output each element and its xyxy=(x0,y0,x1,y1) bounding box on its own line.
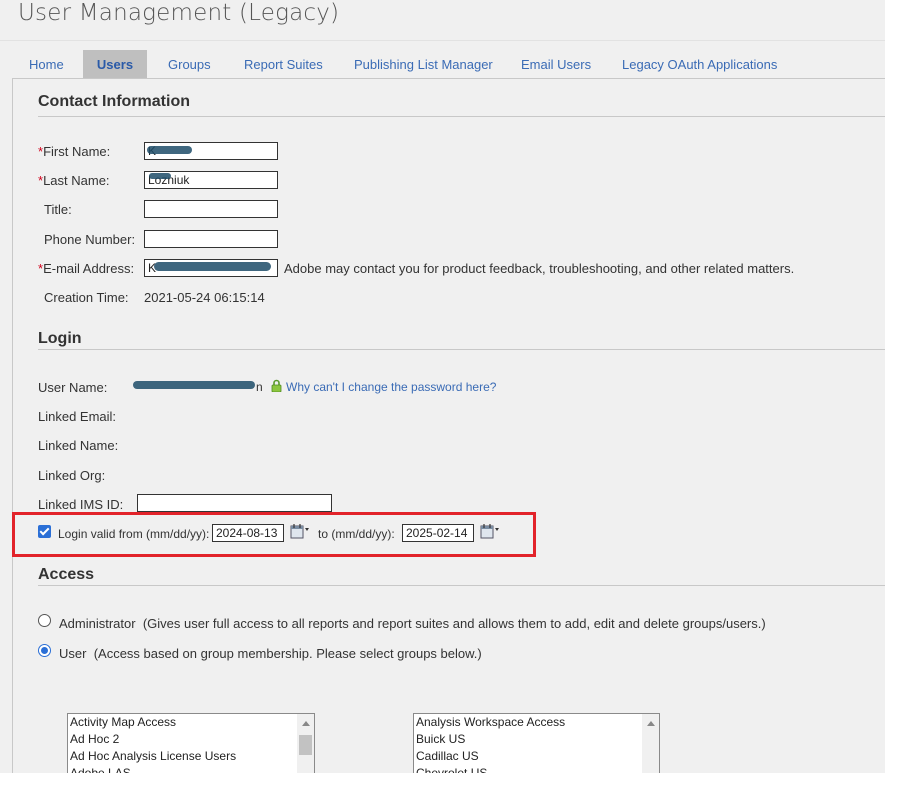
list-item[interactable]: Analysis Workspace Access xyxy=(414,714,659,731)
last-name-label: *Last Name: xyxy=(38,173,110,188)
first-name-label: *First Name: xyxy=(38,144,111,159)
linked-email-label: Linked Email: xyxy=(38,409,117,424)
administrator-radio[interactable] xyxy=(38,614,51,627)
redaction-mark xyxy=(149,173,171,179)
calendar-icon[interactable] xyxy=(290,523,310,539)
contact-divider xyxy=(38,116,885,117)
list-item[interactable]: Buick US xyxy=(414,731,659,748)
login-valid-checkbox[interactable] xyxy=(38,525,51,538)
title-field[interactable] xyxy=(144,200,278,218)
valid-from-date-field[interactable] xyxy=(212,524,284,542)
redaction-mark xyxy=(154,262,271,271)
valid-to-label: to (mm/dd/yy): xyxy=(318,527,395,541)
scrollbar-thumb[interactable] xyxy=(299,735,312,755)
scrollbar[interactable] xyxy=(297,714,314,773)
valid-from-label: Login valid from (mm/dd/yy): xyxy=(58,527,210,541)
app-window: User Management (Legacy) Home Users Grou… xyxy=(0,0,885,773)
linked-org-label: Linked Org: xyxy=(38,468,106,483)
linked-ims-id-label: Linked IMS ID: xyxy=(38,497,124,512)
calendar-icon[interactable] xyxy=(480,523,500,539)
valid-to-date-field[interactable] xyxy=(402,524,474,542)
selected-groups-list[interactable]: Analysis Workspace Access Buick US Cadil… xyxy=(413,713,660,773)
linked-name-label: Linked Name: xyxy=(38,438,119,453)
scrollbar[interactable] xyxy=(642,714,659,773)
login-heading: Login xyxy=(38,330,82,347)
phone-number-field[interactable] xyxy=(144,230,278,248)
tab-groups[interactable]: Groups xyxy=(168,50,211,78)
redaction-mark xyxy=(133,381,255,389)
list-item[interactable]: Ad Hoc Analysis License Users xyxy=(68,748,314,765)
contact-heading: Contact Information xyxy=(38,93,190,110)
list-item[interactable]: Adobe LAS xyxy=(68,765,314,773)
user-name-value: n xyxy=(256,380,263,394)
list-item[interactable]: Chevrolet US xyxy=(414,765,659,773)
user-option: User (Access based on group membership. … xyxy=(59,646,482,661)
phone-number-label: Phone Number: xyxy=(44,232,136,247)
available-groups-list[interactable]: Activity Map Access Ad Hoc 2 Ad Hoc Anal… xyxy=(67,713,315,773)
access-heading: Access xyxy=(38,566,95,583)
list-item[interactable]: Cadillac US xyxy=(414,748,659,765)
login-divider xyxy=(38,349,885,350)
tab-email-users[interactable]: Email Users xyxy=(521,50,591,78)
list-item[interactable]: Activity Map Access xyxy=(68,714,314,731)
title-label: Title: xyxy=(44,202,72,217)
page-title: User Management (Legacy) xyxy=(18,0,340,26)
password-help-link[interactable]: Why can't I change the password here? xyxy=(286,380,496,394)
tabs-divider xyxy=(12,78,885,79)
title-divider xyxy=(0,40,885,41)
tab-report-suites[interactable]: Report Suites xyxy=(244,50,323,78)
tab-legacy-oauth-applications[interactable]: Legacy OAuth Applications xyxy=(622,50,777,78)
user-name-label: User Name: xyxy=(38,380,108,395)
creation-time-label: Creation Time: xyxy=(44,290,129,305)
lock-icon xyxy=(271,379,282,392)
access-divider xyxy=(38,585,885,586)
list-item[interactable]: Ad Hoc 2 xyxy=(68,731,314,748)
tab-publishing-list-manager[interactable]: Publishing List Manager xyxy=(354,50,493,78)
panel-left-border xyxy=(12,78,13,773)
email-address-label: *E-mail Address: xyxy=(38,261,135,276)
creation-time-value: 2021-05-24 06:15:14 xyxy=(144,290,265,305)
linked-ims-id-field[interactable] xyxy=(137,494,332,512)
user-radio[interactable] xyxy=(38,644,51,657)
chevron-up-icon[interactable] xyxy=(302,721,310,726)
email-consent-note: Adobe may contact you for product feedba… xyxy=(284,261,795,276)
tab-users[interactable]: Users xyxy=(83,50,147,78)
redaction-mark xyxy=(147,146,192,154)
administrator-option: Administrator (Gives user full access to… xyxy=(59,616,766,631)
chevron-up-icon[interactable] xyxy=(647,721,655,726)
tab-home[interactable]: Home xyxy=(29,50,64,78)
